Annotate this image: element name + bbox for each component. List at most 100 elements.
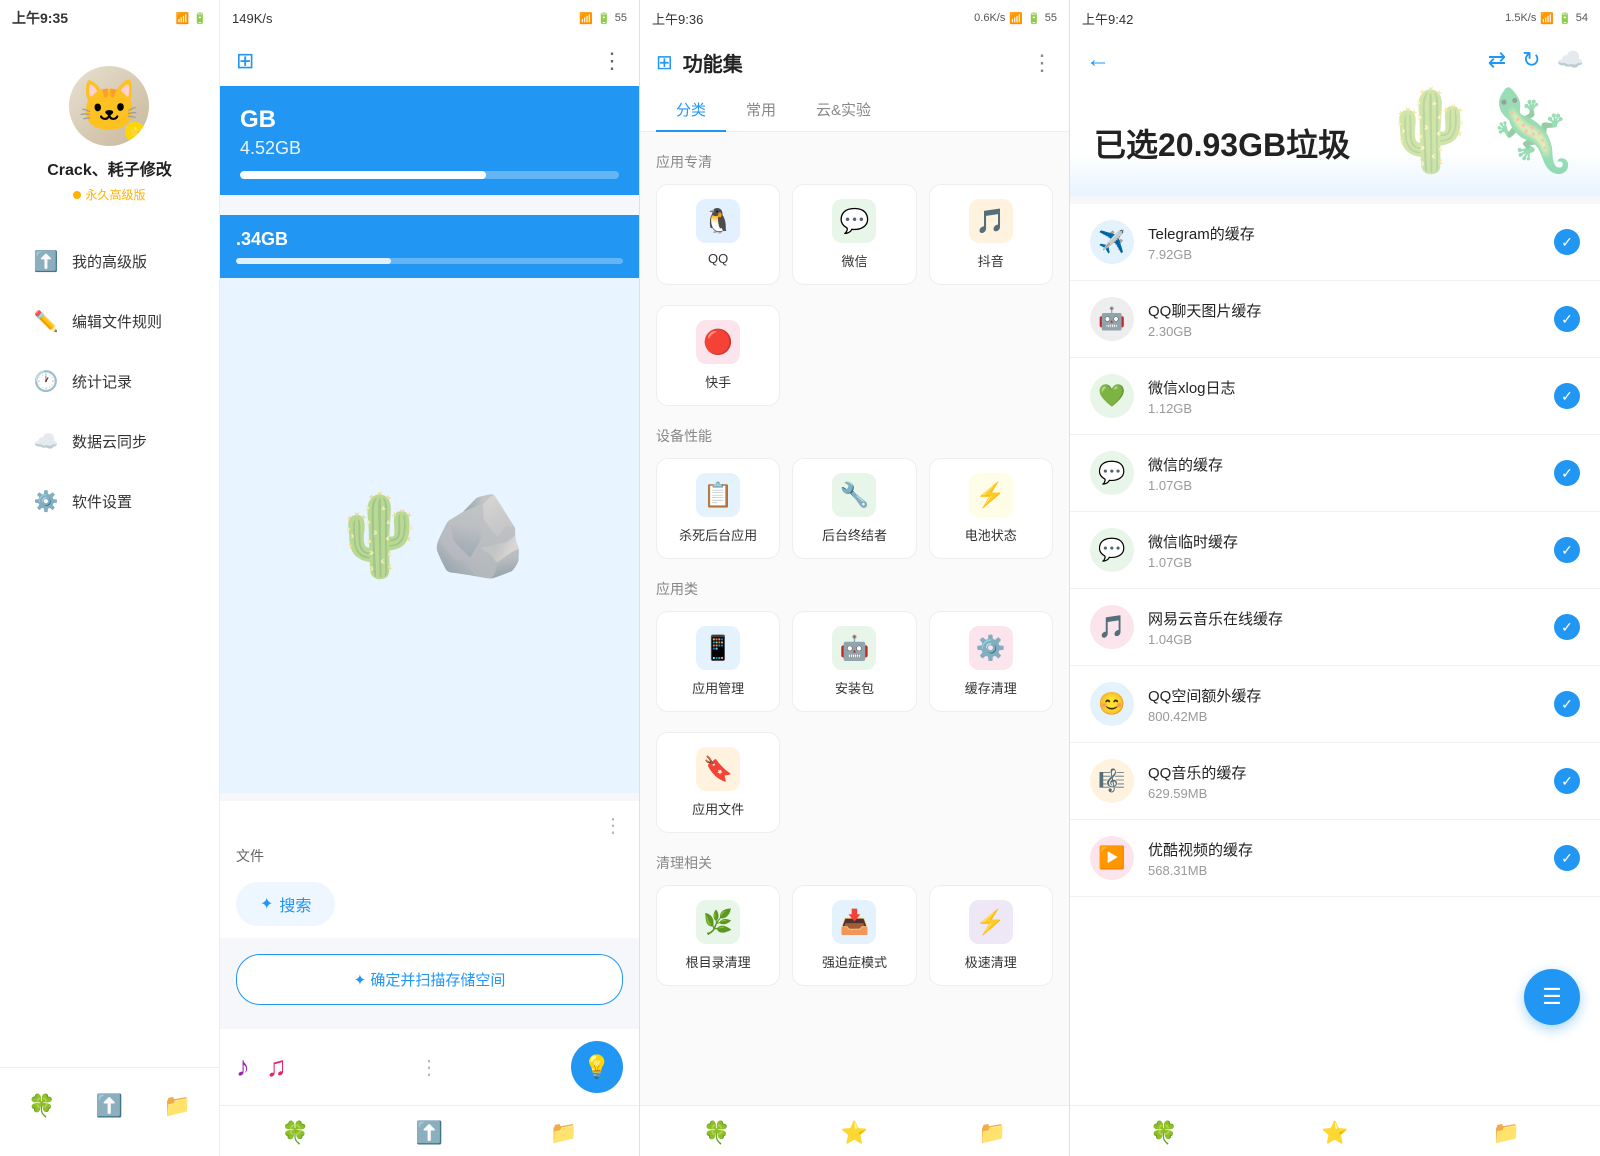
search-button[interactable]: ✦ 搜索	[236, 882, 335, 926]
item-info-qq-chat: QQ聊天图片缓存 2.30GB	[1148, 300, 1540, 339]
p3-bottom-folder[interactable]: 📁	[978, 1120, 1005, 1146]
hero-cactus-decoration: 🌵🦎	[1381, 84, 1580, 178]
status-icons-4: 1.5K/s 📶 🔋 54	[1505, 12, 1588, 25]
bottom-tab-home[interactable]: 🍀	[20, 1084, 64, 1128]
switch-icon[interactable]: ⇄	[1488, 47, 1506, 73]
item-dir-clean-label: 根目录清理	[686, 952, 751, 971]
avatar-badge: ⭐	[125, 122, 145, 142]
check-wx-cache[interactable]: ✓	[1554, 460, 1580, 486]
p4-bottom-home[interactable]: 🍀	[1150, 1120, 1177, 1146]
check-qq-space[interactable]: ✓	[1554, 691, 1580, 717]
panel3-title: 功能集	[683, 48, 1021, 77]
status-icons-3: 0.6K/s 📶 🔋 55	[974, 12, 1057, 25]
check-telegram[interactable]: ✓	[1554, 229, 1580, 255]
sidebar-item-settings[interactable]: ⚙️ 软件设置	[16, 473, 203, 529]
p4-bottom-folder[interactable]: 📁	[1493, 1120, 1520, 1146]
panel4-hero: 🌵🦎 已选20.93GB垃圾	[1070, 84, 1600, 196]
tab-common[interactable]: 常用	[726, 89, 796, 132]
panel3-more-button[interactable]: ⋮	[1031, 50, 1053, 76]
list-item-wx-tmp[interactable]: 💬 微信临时缓存 1.07GB ✓	[1070, 512, 1600, 589]
item-battery[interactable]: ⚡ 电池状态	[929, 458, 1053, 559]
battery-icon: ⚡	[969, 473, 1013, 517]
fab-button[interactable]: ☰	[1524, 969, 1580, 1025]
item-compulsive[interactable]: 📥 强迫症模式	[792, 885, 916, 986]
list-item-netease[interactable]: 🎵 网易云音乐在线缓存 1.04GB ✓	[1070, 589, 1600, 666]
list-item-wx-cache[interactable]: 💬 微信的缓存 1.07GB ✓	[1070, 435, 1600, 512]
music-fab-button[interactable]: 💡	[571, 1041, 623, 1093]
item-qq[interactable]: 🐧 QQ	[656, 184, 780, 285]
view-toggle-icon[interactable]: ⊞	[236, 48, 254, 74]
file-section-header: ⋮	[236, 813, 623, 838]
item-douyin[interactable]: 🎵 抖音	[929, 184, 1053, 285]
item-fast-clean[interactable]: ⚡ 极速清理	[929, 885, 1053, 986]
item-app-mgr[interactable]: 📱 应用管理	[656, 611, 780, 712]
douyin-icon: 🎵	[969, 199, 1013, 243]
p2-bottom-home[interactable]: 🍀	[281, 1120, 308, 1146]
wx-tmp-icon: 💬	[1090, 528, 1134, 572]
item-kuaishou-label: 快手	[705, 372, 731, 391]
check-netease[interactable]: ✓	[1554, 614, 1580, 640]
p4-bottom-upload[interactable]: ⭐	[1321, 1120, 1348, 1146]
cloud-icon: ☁️	[32, 427, 60, 455]
back-button[interactable]: ←	[1086, 46, 1110, 74]
item-size-wx-xlog: 1.12GB	[1148, 401, 1540, 416]
item-kill-bg-label: 杀死后台应用	[679, 525, 757, 544]
check-qq-music[interactable]: ✓	[1554, 768, 1580, 794]
item-size-telegram: 7.92GB	[1148, 247, 1540, 262]
tab-category[interactable]: 分类	[656, 89, 726, 132]
list-item-qq-music[interactable]: 🎼 QQ音乐的缓存 629.59MB ✓	[1070, 743, 1600, 820]
music-fab-icon: 💡	[583, 1054, 610, 1080]
item-app-files[interactable]: 🔖 应用文件	[656, 732, 780, 833]
item-name-youku: 优酷视频的缓存	[1148, 839, 1540, 860]
upload-cloud-icon[interactable]: ☁️	[1557, 47, 1584, 73]
bottom-tab-folder[interactable]: 📁	[155, 1084, 199, 1128]
list-item-qq-space[interactable]: 😊 QQ空间额外缓存 800.42MB ✓	[1070, 666, 1600, 743]
sidebar-menu: ⬆️ 我的高级版 ✏️ 编辑文件规则 🕐 统计记录 ☁️ 数据云同步 ⚙️ 软件…	[0, 233, 219, 529]
check-wx-tmp[interactable]: ✓	[1554, 537, 1580, 563]
tab-cloud[interactable]: 云&实验	[796, 89, 891, 132]
item-kill-bg[interactable]: 📋 杀死后台应用	[656, 458, 780, 559]
confirm-scan-button[interactable]: ✦ 确定并扫描存储空间	[236, 954, 623, 1005]
device-perf-grid: 📋 杀死后台应用 🔧 后台终结者 ⚡ 电池状态	[656, 458, 1053, 559]
app-type-grid: 📱 应用管理 🤖 安装包 ⚙️ 缓存清理	[656, 611, 1053, 712]
refresh-icon[interactable]: ↻	[1522, 47, 1540, 73]
music-more-button[interactable]: ⋮	[419, 1055, 439, 1080]
list-item-telegram[interactable]: ✈️ Telegram的缓存 7.92GB ✓	[1070, 204, 1600, 281]
stats-icon: 🕐	[32, 367, 60, 395]
list-item-wx-xlog[interactable]: 💚 微信xlog日志 1.12GB ✓	[1070, 358, 1600, 435]
sidebar-item-rules[interactable]: ✏️ 编辑文件规则	[16, 293, 203, 349]
check-qq-chat[interactable]: ✓	[1554, 306, 1580, 332]
list-item-youku[interactable]: ▶️ 优酷视频的缓存 568.31MB ✓	[1070, 820, 1600, 897]
item-bg-killer[interactable]: 🔧 后台终结者	[792, 458, 916, 559]
settings-icon: ⚙️	[32, 487, 60, 515]
music-note-icon-2: ♫	[266, 1051, 287, 1083]
status-time-1: 上午9:35	[12, 8, 68, 28]
music-section: ♪ ♫ ⋮ 💡	[220, 1029, 639, 1105]
item-name-qq-space: QQ空间额外缓存	[1148, 685, 1540, 706]
p3-bottom-upload[interactable]: ⭐	[841, 1120, 868, 1146]
item-info-wx-cache: 微信的缓存 1.07GB	[1148, 454, 1540, 493]
check-wx-xlog[interactable]: ✓	[1554, 383, 1580, 409]
item-kuaishou[interactable]: 🔴 快手	[656, 305, 780, 406]
bottom-tab-upload[interactable]: ⬆️	[87, 1084, 131, 1128]
p3-bottom-home[interactable]: 🍀	[703, 1120, 730, 1146]
item-size-wx-tmp: 1.07GB	[1148, 555, 1540, 570]
user-name: Crack、耗子修改	[47, 156, 171, 180]
panel2-more-button[interactable]: ⋮	[601, 48, 623, 74]
rules-icon: ✏️	[32, 307, 60, 335]
item-cache[interactable]: ⚙️ 缓存清理	[929, 611, 1053, 712]
sidebar-item-cloud[interactable]: ☁️ 数据云同步	[16, 413, 203, 469]
item-wechat[interactable]: 💬 微信	[792, 184, 916, 285]
location-dot	[73, 191, 81, 199]
item-dir-clean[interactable]: 🌿 根目录清理	[656, 885, 780, 986]
p2-bottom-folder[interactable]: 📁	[550, 1120, 577, 1146]
file-more-button[interactable]: ⋮	[603, 813, 623, 838]
sidebar-item-stats[interactable]: 🕐 统计记录	[16, 353, 203, 409]
item-apk[interactable]: 🤖 安装包	[792, 611, 916, 712]
panel4-bottom-nav: 🍀 ⭐ 📁	[1070, 1105, 1600, 1156]
sidebar-item-premium[interactable]: ⬆️ 我的高级版	[16, 233, 203, 289]
check-youku[interactable]: ✓	[1554, 845, 1580, 871]
p2-bottom-upload[interactable]: ⬆️	[416, 1120, 443, 1146]
user-profile: 🐱 ⭐ Crack、耗子修改 永久高级版	[47, 66, 171, 203]
list-item-qq-chat[interactable]: 🤖 QQ聊天图片缓存 2.30GB ✓	[1070, 281, 1600, 358]
